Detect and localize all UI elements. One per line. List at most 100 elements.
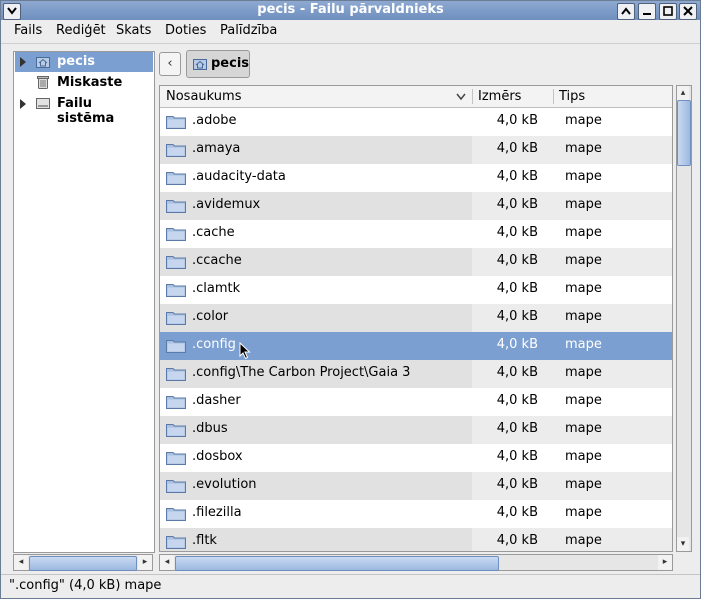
folder-icon [166,284,186,297]
scroll-down-arrow-icon[interactable]: ▾ [677,537,689,551]
expander-icon[interactable] [20,57,26,67]
file-list-horizontal-scrollbar[interactable]: ◂ ▸ [159,554,673,571]
folder-icon [166,424,186,437]
status-bar: ".config" (4,0 kB) mape [1,574,700,599]
file-row[interactable]: .dasher 4,0 kB mape [160,388,672,416]
file-type: mape [565,225,602,240]
scrollbar-thumb[interactable] [175,556,499,571]
menu-fails[interactable]: Fails [14,23,42,38]
file-type: mape [565,337,602,352]
file-row[interactable]: .dbus 4,0 kB mape [160,416,672,444]
folder-icon [166,396,186,409]
file-size: 4,0 kB [496,533,538,548]
close-icon [683,6,693,16]
scrollbar-thumb[interactable] [677,100,691,166]
column-size-header[interactable]: Izmērs [478,89,521,104]
folder-icon [166,200,186,213]
folder-icon [166,312,186,325]
file-row[interactable]: .evolution 4,0 kB mape [160,472,672,500]
menu-rediget[interactable]: Rediģēt [56,23,106,38]
file-name: .evolution [192,477,257,492]
sidebar-horizontal-scrollbar[interactable]: ◂ ▸ [13,554,153,571]
path-button-pecis[interactable]: pecis [186,50,250,78]
file-row[interactable]: .adobe 4,0 kB mape [160,108,672,136]
column-separator[interactable] [472,89,473,104]
sidebar-item-label: pecis [57,54,96,69]
file-row[interactable]: .config\The Carbon Project\Gaia 3 4,0 kB m… [160,360,672,388]
sidebar-item-miskaste[interactable]: Miskaste [15,73,153,93]
menu-skats[interactable]: Skats [116,23,151,38]
file-row[interactable]: .audacity-data 4,0 kB mape [160,164,672,192]
scroll-right-arrow-icon[interactable]: ▸ [138,555,152,570]
maximize-icon [663,6,673,16]
scroll-up-arrow-icon[interactable]: ▴ [677,86,689,100]
home-folder-icon [193,59,207,70]
expander-icon[interactable] [20,99,26,109]
maximize-toggle-button[interactable] [617,3,635,20]
menu-doties[interactable]: Doties [165,23,206,38]
folder-icon [166,116,186,129]
file-size: 4,0 kB [496,365,538,380]
file-type: mape [565,421,602,436]
file-row[interactable]: .amaya 4,0 kB mape [160,136,672,164]
back-button[interactable]: ‹ [159,52,181,76]
file-row[interactable]: .color 4,0 kB mape [160,304,672,332]
file-name: .config\The Carbon Project\Gaia 3 [192,365,411,380]
file-row[interactable]: .config 4,0 kB mape [160,332,672,360]
title-bar[interactable]: pecis - Failu pārvaldnieks [1,1,700,20]
minimize-button[interactable] [638,3,656,20]
places-sidebar: pecis Miskaste Failu sistēma [13,51,155,553]
file-name: .filezilla [192,505,242,520]
scroll-right-arrow-icon[interactable]: ▸ [658,555,672,570]
sidebar-item-pecis[interactable]: pecis [15,52,153,72]
column-header: Nosaukums Izmērs Tips [160,86,672,108]
file-name: .audacity-data [192,169,286,184]
file-size: 4,0 kB [496,169,538,184]
minimize-icon [643,13,651,15]
folder-icon [166,368,186,381]
sidebar-item-label: Miskaste [57,75,123,90]
file-type: mape [565,449,602,464]
folder-icon [166,144,186,157]
file-size: 4,0 kB [496,281,538,296]
file-name: .dasher [192,393,241,408]
folder-icon [166,172,186,185]
folder-icon [166,480,186,493]
scrollbar-thumb[interactable] [29,556,137,571]
folder-icon [166,508,186,521]
scroll-left-arrow-icon[interactable]: ◂ [14,555,28,570]
file-row[interactable]: .avidemux 4,0 kB mape [160,192,672,220]
file-type: mape [565,365,602,380]
path-button-label: pecis [211,56,250,71]
file-row[interactable]: .clamtk 4,0 kB mape [160,276,672,304]
file-row[interactable]: .cache 4,0 kB mape [160,220,672,248]
maximize-button[interactable] [659,3,677,20]
folder-icon [166,536,186,549]
file-name: .avidemux [192,197,261,212]
menu-palidziba[interactable]: Palīdzība [220,23,277,38]
file-size: 4,0 kB [496,393,538,408]
file-list-vertical-scrollbar[interactable]: ▴ ▾ [676,85,692,552]
file-row[interactable]: .dosbox 4,0 kB mape [160,444,672,472]
file-row[interactable]: .ccache 4,0 kB mape [160,248,672,276]
file-name: .amaya [192,141,241,156]
file-type: mape [565,141,602,156]
file-type: mape [565,281,602,296]
file-size: 4,0 kB [496,141,538,156]
scroll-left-arrow-icon[interactable]: ◂ [160,555,174,570]
file-row[interactable]: .filezilla 4,0 kB mape [160,500,672,528]
column-separator[interactable] [553,89,554,104]
close-button[interactable] [679,3,697,20]
sidebar-item-failu-sistema[interactable]: Failu sistēma [15,94,153,126]
column-name-header[interactable]: Nosaukums [166,89,241,104]
folder-icon [166,452,186,465]
file-name: .dbus [192,421,228,436]
mouse-pointer-icon [239,342,251,360]
file-row[interactable]: .fltk 4,0 kB mape [160,528,672,551]
file-type: mape [565,309,602,324]
column-type-header[interactable]: Tips [559,89,585,104]
file-size: 4,0 kB [496,197,538,212]
file-name: .adobe [192,113,237,128]
file-type: mape [565,393,602,408]
file-size: 4,0 kB [496,253,538,268]
